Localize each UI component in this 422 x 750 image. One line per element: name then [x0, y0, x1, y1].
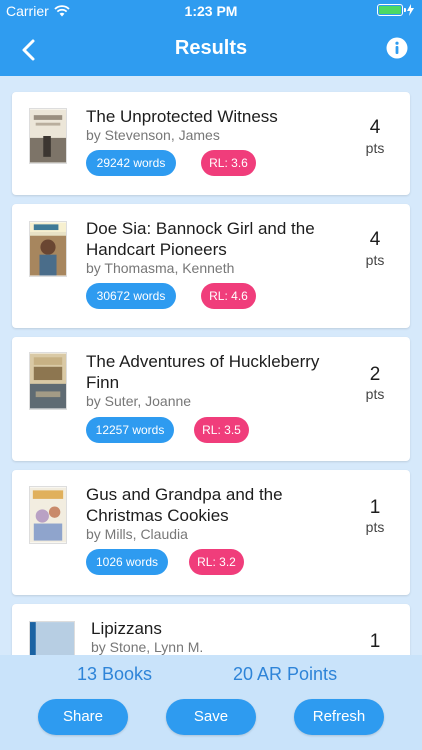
book-cover-image	[29, 352, 67, 410]
points-value: 2	[369, 364, 381, 385]
book-author: by Stone, Lynn M.	[91, 639, 204, 655]
book-count: 13 Books	[77, 664, 153, 684]
book-cover-image	[29, 108, 67, 164]
reading-level-badge: RL: 4.6	[201, 283, 256, 309]
word-count-badge: 29242 words	[86, 150, 176, 176]
book-cover-image	[29, 221, 67, 277]
book-title: The Unprotected Witness	[86, 107, 278, 126]
results-list[interactable]: The Unprotected Witness by Stevenson, Ja…	[0, 76, 422, 655]
status-right	[377, 4, 414, 16]
book-author: by Suter, Joanne	[86, 393, 192, 409]
word-count-badge: 1026 words	[86, 549, 168, 575]
status-bar: Carrier 1:23 PM	[0, 0, 422, 22]
book-author: by Thomasma, Kenneth	[86, 260, 235, 276]
list-item[interactable]: Lipizzans by Stone, Lynn M. 1	[12, 604, 410, 655]
points-value: 1	[369, 497, 381, 518]
book-author: by Mills, Claudia	[86, 526, 188, 542]
list-item[interactable]: Doe Sia: Bannock Girl and the Handcart P…	[12, 204, 410, 328]
reading-level-badge: RL: 3.5	[194, 417, 249, 443]
list-item[interactable]: The Unprotected Witness by Stevenson, Ja…	[12, 92, 410, 195]
book-cover-image	[29, 621, 75, 655]
word-count-badge: 12257 words	[86, 417, 174, 443]
list-item[interactable]: Gus and Grandpa and the Christmas Cookie…	[12, 470, 410, 595]
refresh-button[interactable]: Refresh	[294, 699, 384, 735]
book-author: by Stevenson, James	[86, 127, 220, 143]
battery-icon	[377, 4, 406, 16]
book-title: The Adventures of Huckleberry Finn	[86, 352, 320, 392]
book-cover-image	[29, 486, 67, 544]
points-label: pts	[365, 252, 385, 268]
list-item[interactable]: The Adventures of Huckleberry Finn by Su…	[12, 337, 410, 461]
book-title: Gus and Grandpa and the Christmas Cookie…	[86, 485, 283, 525]
points-label: pts	[365, 519, 385, 535]
info-icon[interactable]	[386, 37, 408, 59]
nav-bar: Results	[0, 22, 422, 76]
footer: 13 Books 20 AR Points Share Save Refresh	[0, 655, 422, 750]
points-value: 4	[369, 117, 381, 138]
points-value: 1	[369, 631, 381, 652]
book-title: Doe Sia: Bannock Girl and the Handcart P…	[86, 219, 315, 259]
page-title: Results	[174, 37, 248, 59]
share-button[interactable]: Share	[38, 699, 128, 735]
points-label: pts	[365, 386, 385, 402]
ar-points-total: 20 AR Points	[233, 664, 338, 684]
save-button[interactable]: Save	[166, 699, 256, 735]
charging-icon	[407, 4, 414, 16]
word-count-badge: 30672 words	[86, 283, 176, 309]
status-time: 1:23 PM	[184, 3, 238, 19]
book-title: Lipizzans	[91, 619, 162, 638]
reading-level-badge: RL: 3.2	[189, 549, 244, 575]
points-value: 4	[369, 229, 381, 250]
reading-level-badge: RL: 3.6	[201, 150, 256, 176]
points-label: pts	[365, 140, 385, 156]
